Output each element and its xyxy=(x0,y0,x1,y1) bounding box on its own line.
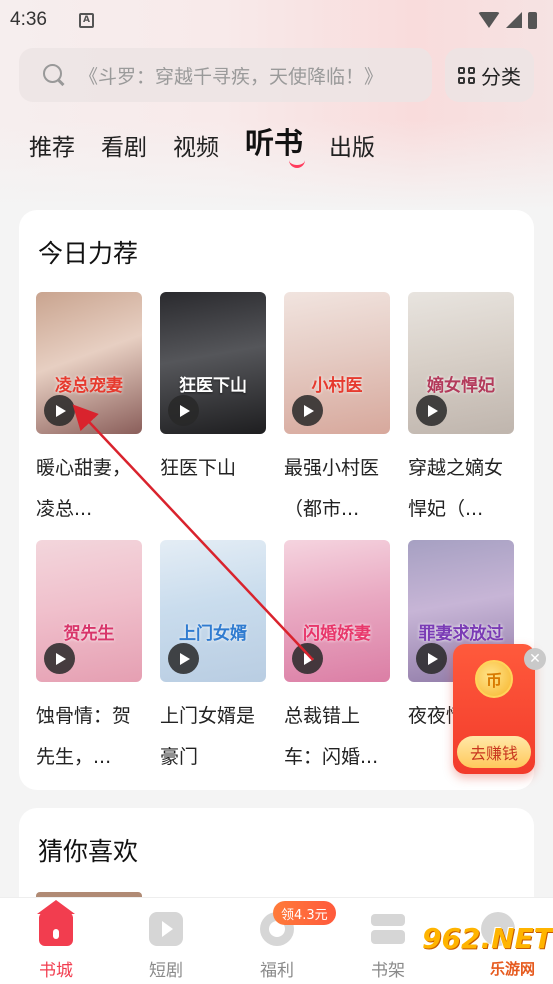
cover-text: 罪妻求放过 xyxy=(418,624,504,644)
close-icon[interactable]: ✕ xyxy=(524,648,546,670)
play-icon[interactable] xyxy=(416,395,447,426)
book-item[interactable]: 凌总宠妻 暖心甜妻，凌总... xyxy=(36,292,142,530)
sim-icon: A xyxy=(78,12,94,28)
category-label: 分类 xyxy=(481,64,521,89)
nav-bookstore[interactable]: 书城 xyxy=(16,900,96,981)
nav-label: 福利 xyxy=(260,961,294,981)
today-picks-title: 今日力荐 xyxy=(38,239,139,268)
status-time: 4:36 xyxy=(10,9,47,30)
tab-video[interactable]: 视频 xyxy=(173,128,219,172)
play-icon[interactable] xyxy=(168,395,199,426)
play-icon[interactable] xyxy=(292,395,323,426)
book-title[interactable]: 总裁错上车：闪婚... xyxy=(284,696,390,778)
book-item[interactable]: 狂医下山 狂医下山 xyxy=(160,292,266,530)
play-icon[interactable] xyxy=(44,643,75,674)
book-item[interactable]: 嫡女悍妃 穿越之嫡女悍妃（... xyxy=(408,292,514,530)
wifi-icon xyxy=(478,12,500,28)
signal-icon xyxy=(506,12,522,28)
cover-text: 狂医下山 xyxy=(179,376,247,396)
welfare-badge: 领4.3元 xyxy=(273,901,336,925)
book-title[interactable]: 暖心甜妻，凌总... xyxy=(36,448,142,530)
shelf-icon xyxy=(371,912,405,946)
book-cover[interactable]: 凌总宠妻 xyxy=(36,292,142,434)
home-icon xyxy=(37,900,75,946)
cover-text: 凌总宠妻 xyxy=(55,376,123,396)
coin-icon: 币 xyxy=(475,660,513,698)
book-cover[interactable]: 小村医 xyxy=(284,292,390,434)
cover-text: 贺先生 xyxy=(63,624,115,644)
book-cover[interactable]: 上门女婿 xyxy=(160,540,266,682)
search-placeholder: 《斗罗：穿越千寻疾，天使降临！》 xyxy=(79,65,384,88)
earn-money-button[interactable]: 去赚钱 xyxy=(457,736,531,768)
book-title[interactable]: 上门女婿是豪门 xyxy=(160,696,266,778)
book-cover[interactable]: 闪婚娇妻 xyxy=(284,540,390,682)
nav-short-drama[interactable]: 短剧 xyxy=(126,912,206,981)
book-row: 凌总宠妻 暖心甜妻，凌总... 狂医下山 狂医下山 小村医 最强小村医（都市..… xyxy=(36,292,526,530)
top-tabs: 推荐 看剧 视频 听书 出版 xyxy=(29,122,375,172)
play-icon[interactable] xyxy=(416,643,447,674)
watermark-logo: 962.NET xyxy=(422,922,553,955)
book-item[interactable]: 贺先生 蚀骨情：贺先生，... xyxy=(36,540,142,778)
nav-label: 书城 xyxy=(39,961,73,981)
cover-text: 上门女婿 xyxy=(179,624,247,644)
video-icon xyxy=(149,912,183,946)
cover-text: 小村医 xyxy=(311,376,363,396)
tab-drama[interactable]: 看剧 xyxy=(101,128,147,172)
book-item[interactable]: 小村医 最强小村医（都市... xyxy=(284,292,390,530)
nav-label: 短剧 xyxy=(149,961,183,981)
guess-you-like-title: 猜你喜欢 xyxy=(38,837,139,866)
cover-text: 闪婚娇妻 xyxy=(303,624,371,644)
grid-icon xyxy=(458,66,475,84)
tab-recommend[interactable]: 推荐 xyxy=(29,128,75,172)
book-title[interactable]: 穿越之嫡女悍妃（... xyxy=(408,448,514,530)
tab-audiobook[interactable]: 听书 xyxy=(245,120,306,172)
search-icon xyxy=(43,64,65,86)
book-title[interactable]: 最强小村医（都市... xyxy=(284,448,390,530)
play-icon[interactable] xyxy=(44,395,75,426)
search-bar[interactable]: 《斗罗：穿越千寻疾，天使降临！》 xyxy=(19,48,432,102)
cover-text: 嫡女悍妃 xyxy=(427,376,495,396)
watermark-sub: 乐游网 xyxy=(490,960,536,978)
book-title[interactable]: 蚀骨情：贺先生，... xyxy=(36,696,142,778)
play-icon[interactable] xyxy=(292,643,323,674)
book-cover[interactable]: 嫡女悍妃 xyxy=(408,292,514,434)
book-item[interactable]: 上门女婿 上门女婿是豪门 xyxy=(160,540,266,778)
status-bar: 4:36 A xyxy=(0,0,553,40)
book-cover[interactable]: 贺先生 xyxy=(36,540,142,682)
book-title[interactable]: 狂医下山 xyxy=(160,448,266,530)
book-cover[interactable]: 狂医下山 xyxy=(160,292,266,434)
play-icon[interactable] xyxy=(168,643,199,674)
book-item[interactable]: 闪婚娇妻 总裁错上车：闪婚... xyxy=(284,540,390,778)
category-button[interactable]: 分类 xyxy=(445,48,534,102)
tab-publish[interactable]: 出版 xyxy=(329,128,375,172)
earn-money-widget[interactable]: 币 去赚钱 xyxy=(453,644,535,774)
battery-icon xyxy=(528,11,537,29)
watermark: 962.NET 乐游网 xyxy=(414,922,553,980)
